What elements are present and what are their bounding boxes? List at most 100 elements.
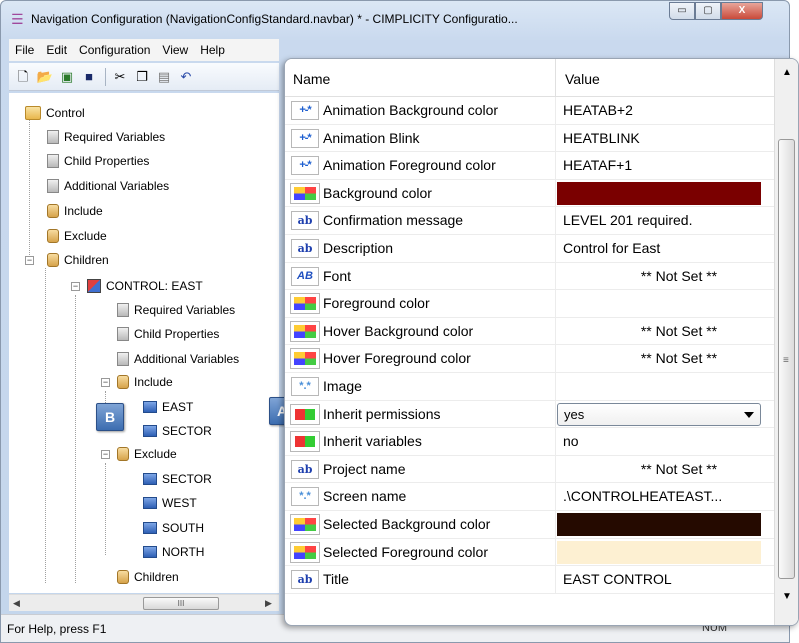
- expand-children[interactable]: −: [25, 256, 34, 265]
- tree-node-child-properties[interactable]: Child Properties: [47, 151, 149, 171]
- tree-node-child-properties[interactable]: Child Properties: [117, 324, 219, 344]
- node-icon: [143, 497, 157, 509]
- property-value[interactable]: ** Not Set **: [557, 320, 761, 343]
- tree-node-required-variables[interactable]: Required Variables: [117, 300, 235, 320]
- scroll-up-icon[interactable]: ▲: [782, 67, 792, 78]
- property-row[interactable]: AB Font ** Not Set **: [285, 262, 775, 291]
- property-row[interactable]: Hover Foreground color ** Not Set **: [285, 345, 775, 373]
- tree-node-include[interactable]: Include: [47, 201, 103, 221]
- property-value[interactable]: EAST CONTROL: [557, 568, 761, 591]
- menu-edit[interactable]: Edit: [46, 43, 67, 57]
- expand-exclude[interactable]: −: [101, 450, 110, 459]
- column-divider: [555, 152, 556, 179]
- scroll-left-icon[interactable]: ◀: [13, 598, 20, 609]
- navigation-tree[interactable]: − − − − Control Required Variables Child…: [9, 93, 279, 593]
- new-icon[interactable]: 🗋: [13, 67, 33, 87]
- maximize-button[interactable]: ▢: [695, 2, 721, 20]
- close-button[interactable]: X: [721, 2, 763, 20]
- tree-node-exclude[interactable]: Exclude: [47, 226, 107, 246]
- property-value[interactable]: [557, 375, 761, 398]
- menu-configuration[interactable]: Configuration: [79, 43, 150, 57]
- tree-horizontal-scrollbar[interactable]: ◀ III ▶: [9, 594, 279, 611]
- paste-icon[interactable]: ▤: [154, 67, 174, 87]
- toolbar: 🗋 📂 ▣ ■ ✂ ❐ ▤ ↶: [9, 63, 279, 91]
- property-value[interactable]: no: [557, 430, 761, 453]
- property-row[interactable]: Foreground color: [285, 290, 775, 318]
- tree-node-required-variables[interactable]: Required Variables: [47, 127, 165, 147]
- text-type-icon: ab: [291, 211, 319, 231]
- menu-help[interactable]: Help: [200, 43, 225, 57]
- properties-icon[interactable]: ▣: [57, 67, 77, 87]
- property-value[interactable]: HEATAB+2: [557, 99, 761, 122]
- app-icon: ☰: [11, 11, 24, 27]
- color-swatch[interactable]: [557, 181, 761, 205]
- scroll-down-icon[interactable]: ▼: [782, 591, 792, 602]
- property-value[interactable]: ** Not Set **: [557, 265, 761, 288]
- property-row[interactable]: Background color: [285, 179, 775, 208]
- property-value[interactable]: HEATBLINK: [557, 127, 761, 150]
- tree-node-sector[interactable]: SECTOR: [143, 421, 212, 441]
- property-value[interactable]: ** Not Set **: [557, 347, 761, 370]
- tree-node-control[interactable]: Control: [25, 103, 85, 123]
- expand-include[interactable]: −: [101, 378, 110, 387]
- property-row[interactable]: ab Description Control for East: [285, 234, 775, 263]
- open-icon[interactable]: 📂: [35, 67, 55, 87]
- title-bar[interactable]: ☰ Navigation Configuration (NavigationCo…: [1, 1, 789, 39]
- color-swatch[interactable]: [557, 540, 761, 564]
- menu-view[interactable]: View: [162, 43, 188, 57]
- cut-icon[interactable]: ✂: [110, 67, 130, 87]
- tree-node-south[interactable]: SOUTH: [143, 518, 204, 538]
- property-row[interactable]: ab Project name ** Not Set **: [285, 455, 775, 484]
- inherit-permissions-dropdown[interactable]: yes: [557, 402, 761, 426]
- scroll-thumb[interactable]: ≡: [778, 139, 795, 579]
- menu-file[interactable]: File: [15, 43, 34, 57]
- property-row[interactable]: *.* Image: [285, 372, 775, 401]
- tree-node-include[interactable]: Include: [117, 372, 173, 392]
- folder-icon: [25, 106, 41, 120]
- color-palette-icon: [290, 320, 320, 342]
- scroll-right-icon[interactable]: ▶: [265, 598, 272, 609]
- tree-node-additional-variables[interactable]: Additional Variables: [117, 349, 239, 369]
- tree-node-west[interactable]: WEST: [143, 493, 197, 513]
- expand-control-east[interactable]: −: [71, 282, 80, 291]
- property-value[interactable]: Control for East: [557, 237, 761, 260]
- property-value[interactable]: ** Not Set **: [557, 458, 761, 481]
- node-icon: [143, 546, 157, 558]
- copy-icon[interactable]: ❐: [132, 67, 152, 87]
- property-value[interactable]: HEATAF+1: [557, 154, 761, 177]
- column-divider[interactable]: [555, 59, 556, 97]
- color-swatch[interactable]: [557, 512, 761, 536]
- tree-node-sector[interactable]: SECTOR: [143, 469, 212, 489]
- property-row[interactable]: ab Title EAST CONTROL: [285, 566, 775, 594]
- value-column-header[interactable]: Value: [565, 71, 600, 87]
- property-row[interactable]: +-* Animation Background color HEATAB+2: [285, 97, 775, 125]
- property-value[interactable]: [557, 292, 761, 315]
- tree-node-east[interactable]: EAST: [143, 397, 193, 417]
- property-row[interactable]: +-* Animation Blink HEATBLINK: [285, 124, 775, 153]
- minimize-button[interactable]: ▭: [669, 2, 695, 20]
- tree-node-children[interactable]: Children: [47, 250, 109, 270]
- property-row[interactable]: Selected Foreground color: [285, 538, 775, 567]
- tree-node-exclude[interactable]: Exclude: [117, 444, 177, 464]
- property-value[interactable]: .\CONTROLHEATEAST...: [557, 485, 761, 508]
- undo-icon[interactable]: ↶: [176, 67, 196, 87]
- name-column-header[interactable]: Name: [293, 71, 330, 87]
- column-divider: [555, 290, 556, 317]
- chevron-down-icon[interactable]: [744, 411, 754, 418]
- property-value[interactable]: LEVEL 201 required.: [557, 209, 761, 232]
- tree-node-control-east[interactable]: CONTROL: EAST: [87, 276, 203, 296]
- property-row[interactable]: +-* Animation Foreground color HEATAF+1: [285, 152, 775, 180]
- tree-node-additional-variables[interactable]: Additional Variables: [47, 176, 169, 196]
- property-row[interactable]: *.* Screen name .\CONTROLHEATEAST...: [285, 483, 775, 511]
- save-icon[interactable]: ■: [79, 67, 99, 87]
- property-row[interactable]: Hover Background color ** Not Set **: [285, 317, 775, 346]
- property-row[interactable]: Selected Background color: [285, 510, 775, 539]
- scroll-thumb[interactable]: III: [143, 597, 219, 610]
- property-row[interactable]: ab Confirmation message LEVEL 201 required…: [285, 207, 775, 235]
- tree-node-children[interactable]: Children: [117, 567, 179, 587]
- tree-node-north[interactable]: NORTH: [143, 542, 204, 562]
- property-row[interactable]: Inherit variables no: [285, 428, 775, 456]
- font-icon: AB: [291, 266, 319, 286]
- grid-vertical-scrollbar[interactable]: ▲ ≡ ▼: [774, 59, 798, 625]
- property-row[interactable]: Inherit permissions yes: [285, 400, 775, 429]
